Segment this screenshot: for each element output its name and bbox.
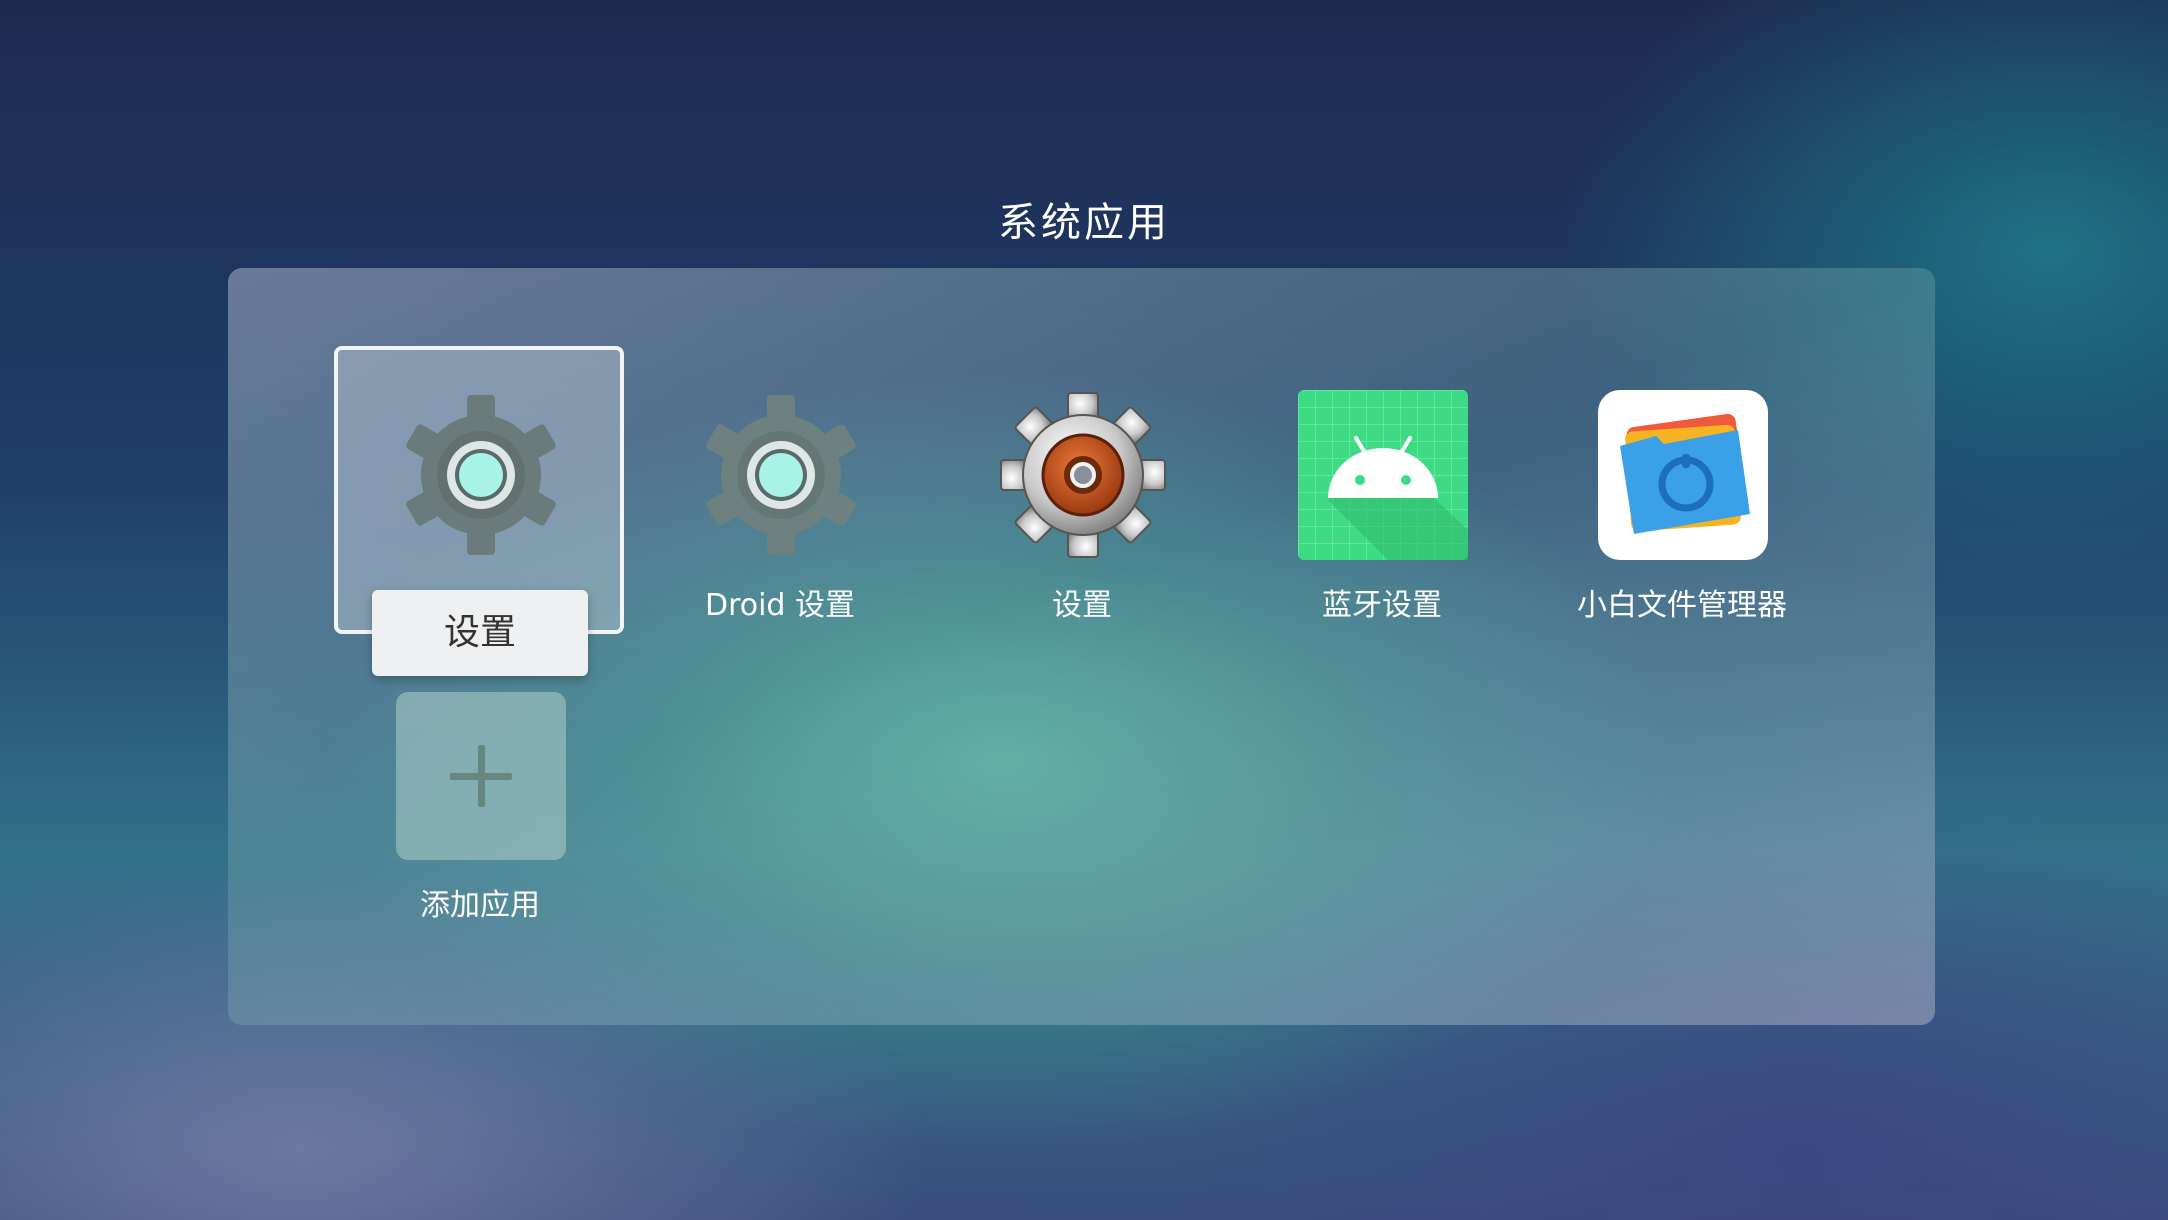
gear-orange-icon: [998, 390, 1168, 560]
gear-teal-icon: [696, 390, 866, 560]
page-title: 系统应用: [998, 200, 1170, 246]
folder-icon: [1598, 390, 1768, 560]
android-robot-icon: [1298, 390, 1468, 560]
add-app-label: 添加应用: [420, 888, 540, 923]
app-label: 设置: [1052, 588, 1112, 623]
app-label: 蓝牙设置: [1322, 588, 1442, 623]
gear-teal-icon: [396, 390, 566, 560]
app-label-focused: 设置: [372, 590, 588, 676]
app-label: Droid 设置: [704, 588, 856, 623]
app-label: 小白文件管理器: [1577, 588, 1787, 623]
add-app-button[interactable]: [396, 692, 566, 860]
